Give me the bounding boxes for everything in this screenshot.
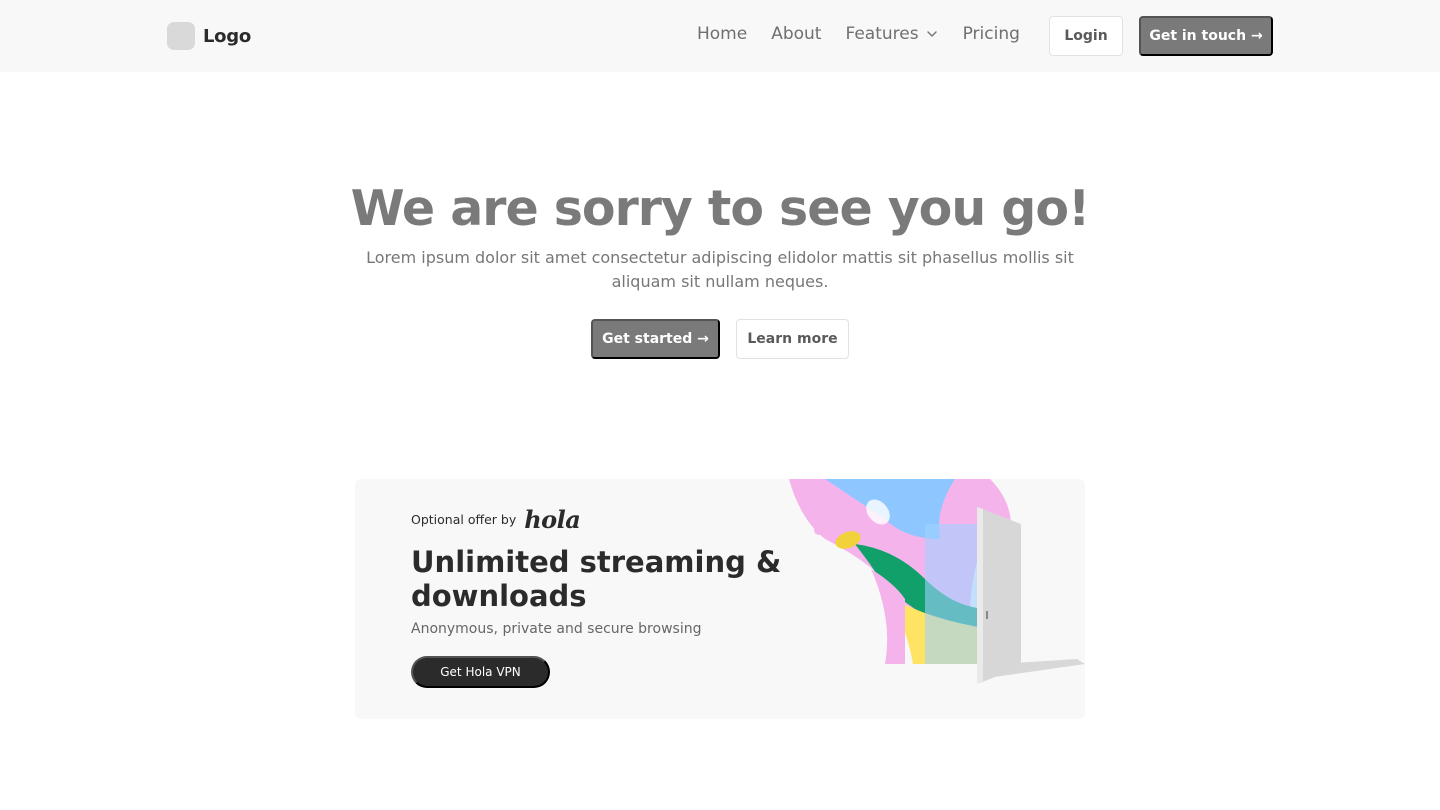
nav-link-features-label: Features — [845, 24, 919, 44]
chevron-down-icon — [926, 31, 937, 37]
logo-icon — [167, 22, 195, 50]
hero-title: We are sorry to see you go! — [350, 180, 1091, 237]
logo-text: Logo — [203, 25, 251, 47]
ad-headline: Unlimited streaming & downloads — [411, 545, 782, 613]
nav-link-features[interactable]: Features — [845, 24, 938, 44]
navbar: Logo Home About Features Pricing Login G… — [0, 0, 1440, 72]
hero-subtitle: Lorem ipsum dolor sit amet consectetur a… — [366, 248, 1074, 291]
ad-door-illustration — [789, 479, 1085, 684]
ad-offer-text: Optional offer by — [411, 512, 517, 527]
ad-brand-logo: hola — [524, 505, 581, 534]
get-hola-vpn-button[interactable]: Get Hola VPN — [411, 656, 550, 688]
ad-banner[interactable]: Optional offer by hola Unlimited streami… — [355, 479, 1085, 719]
nav-links: Home About Features Pricing — [697, 24, 1044, 44]
nav-link-about[interactable]: About — [771, 24, 821, 44]
nav-link-home[interactable]: Home — [697, 24, 747, 44]
logo[interactable]: Logo — [167, 22, 251, 50]
ad-offer-line: Optional offer by hola — [411, 505, 581, 534]
ad-subtext: Anonymous, private and secure browsing — [411, 621, 702, 637]
learn-more-button[interactable]: Learn more — [736, 319, 849, 359]
login-button[interactable]: Login — [1049, 16, 1123, 56]
get-started-button[interactable]: Get started → — [591, 319, 720, 359]
get-in-touch-button[interactable]: Get in touch → — [1139, 16, 1273, 56]
nav-link-pricing[interactable]: Pricing — [963, 24, 1020, 44]
